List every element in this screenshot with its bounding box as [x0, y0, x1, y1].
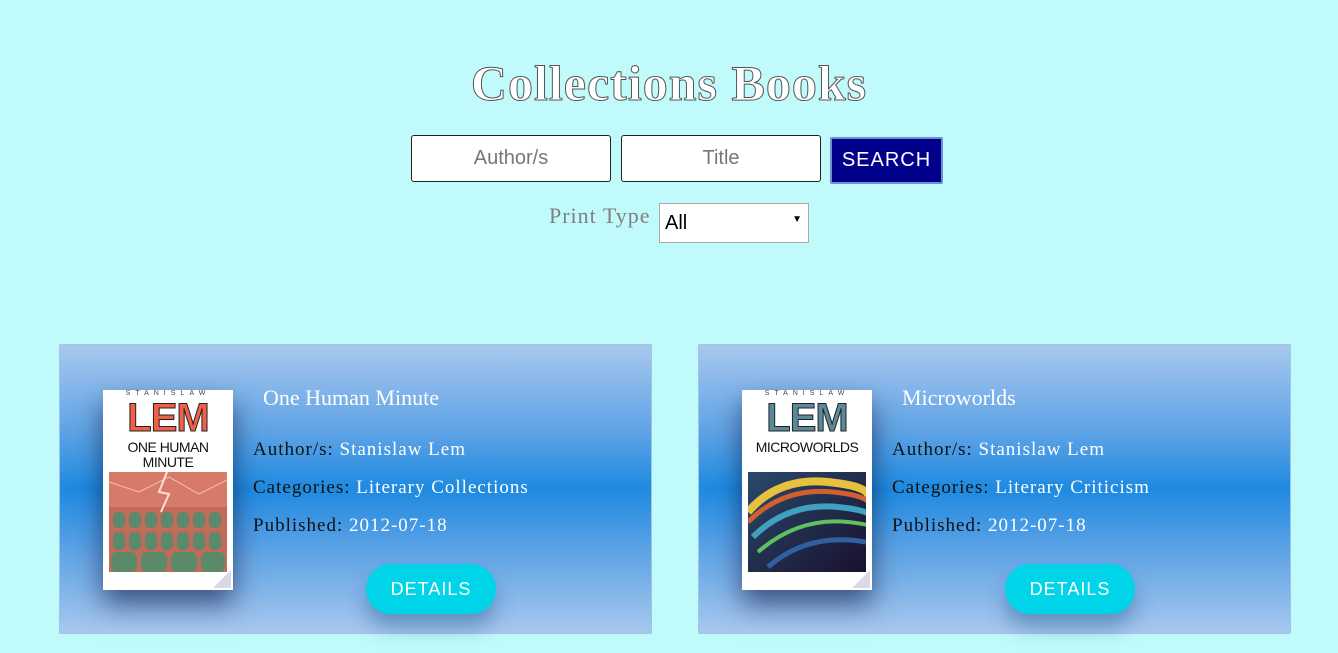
- cover-title: MICROWORLDS: [755, 439, 859, 455]
- print-type-value: All: [665, 212, 688, 234]
- book-published: Published: 2012-07-18: [253, 515, 448, 537]
- categories-label: Categories:: [253, 477, 351, 498]
- details-button[interactable]: DETAILS: [366, 564, 496, 614]
- book-author: Author/s: Stanislaw Lem: [253, 439, 466, 461]
- book-cover: STANISLAW LEM ONE HUMAN MINUTE: [103, 390, 233, 590]
- author-search-input[interactable]: [411, 135, 611, 182]
- book-title: One Human Minute: [263, 385, 439, 410]
- dropdown-arrow-icon: ▼: [792, 214, 802, 225]
- cover-artwork: [109, 472, 227, 572]
- book-categories: Categories: Literary Collections: [253, 477, 529, 499]
- categories-value: Literary Collections: [356, 477, 529, 498]
- page-fold-icon: [213, 570, 231, 588]
- author-label: Author/s:: [253, 439, 334, 460]
- book-author: Author/s: Stanislaw Lem: [892, 439, 1105, 461]
- cover-title: ONE HUMAN MINUTE: [127, 439, 209, 470]
- book-card: STANISLAW LEM ONE HUMAN MINUTE One Human: [59, 344, 652, 634]
- cover-author-last-name: LEM: [127, 396, 210, 440]
- author-label: Author/s:: [892, 439, 973, 460]
- print-type-select[interactable]: All ▼: [659, 203, 809, 243]
- page-title: Collections Books: [470, 55, 868, 112]
- book-title: Microworlds: [902, 385, 1016, 410]
- book-card: STANISLAW LEM MICROWORLDS Microworlds Au…: [698, 344, 1291, 634]
- published-value: 2012-07-18: [348, 515, 448, 536]
- book-categories: Categories: Literary Criticism: [892, 477, 1150, 499]
- categories-label: Categories:: [892, 477, 990, 498]
- cover-artwork: [748, 472, 866, 572]
- author-value: Stanislaw Lem: [339, 439, 466, 460]
- book-cover: STANISLAW LEM MICROWORLDS: [742, 390, 872, 590]
- search-button[interactable]: SEARCH: [830, 137, 943, 184]
- print-type-label: Print Type: [549, 203, 651, 228]
- title-search-input[interactable]: [621, 135, 821, 182]
- categories-value: Literary Criticism: [995, 477, 1150, 498]
- published-value: 2012-07-18: [987, 515, 1087, 536]
- published-label: Published:: [253, 515, 344, 536]
- details-button[interactable]: DETAILS: [1005, 564, 1135, 614]
- page-fold-icon: [852, 570, 870, 588]
- book-published: Published: 2012-07-18: [892, 515, 1087, 537]
- published-label: Published:: [892, 515, 983, 536]
- author-value: Stanislaw Lem: [978, 439, 1105, 460]
- cover-author-last-name: LEM: [766, 396, 849, 440]
